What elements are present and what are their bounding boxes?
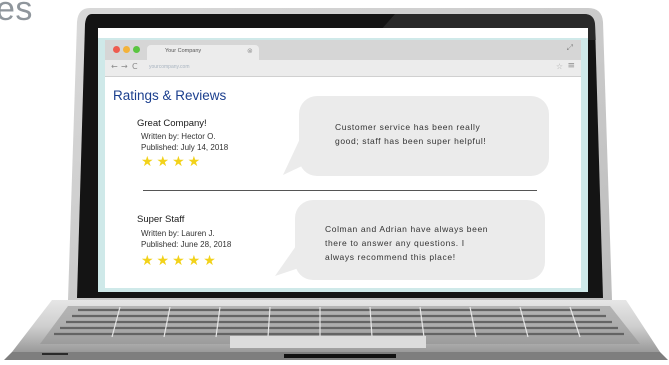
review-author: Written by: Lauren J. [141,229,215,238]
browser-window: Your Company ⊗ ⤢ ← → C yourcompany.com ☆… [105,40,581,288]
review-text: Colman and Adrian have always been there… [325,222,488,264]
review-text-line: Colman and Adrian have always been [325,224,489,234]
front-notch [284,354,396,358]
review-date: Published: June 28, 2018 [141,240,232,249]
review-text-line: Customer service has been really [335,122,481,132]
rating-stars-icon: ★★★★★ [141,253,219,269]
review-text-line: there to answer any questions. I [325,238,465,248]
review-text: Customer service has been really good; s… [335,120,486,148]
review-title: Super Staff [137,214,185,225]
review-divider [143,190,537,191]
review-text-line: always recommend this place! [325,252,456,262]
trackpad [230,336,426,348]
review-text-line: good; staff has been super helpful! [335,136,487,146]
review-bubble: Customer service has been really good; s… [299,96,549,176]
review-bubble: Colman and Adrian have always been there… [295,200,545,280]
